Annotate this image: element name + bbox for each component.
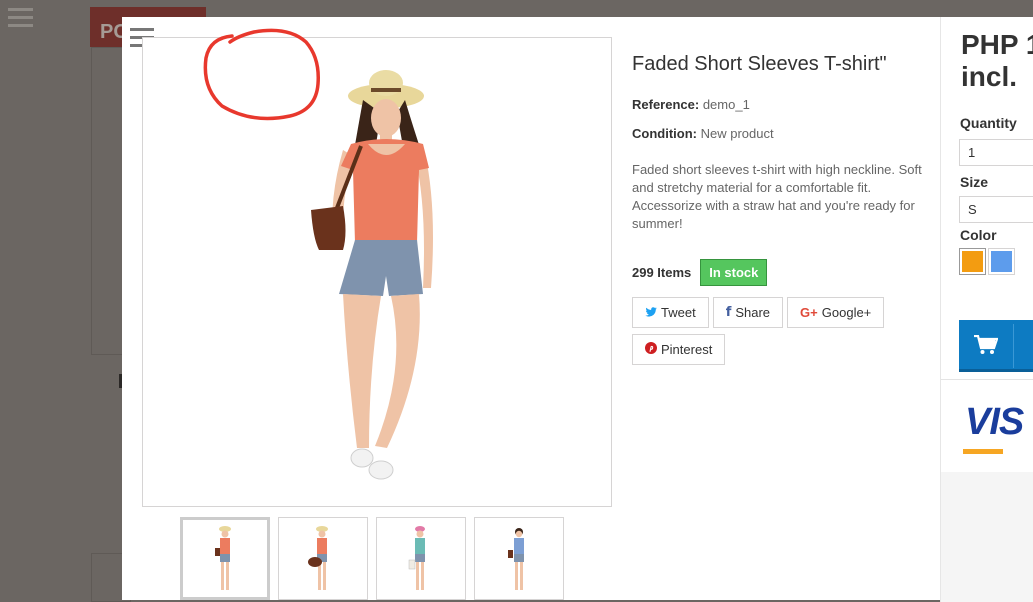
background-menu-icon: [8, 8, 33, 32]
tweet-label: Tweet: [661, 305, 696, 320]
color-swatch-orange[interactable]: [959, 248, 986, 275]
thumbnail-3[interactable]: [376, 517, 466, 600]
condition-line: Condition: New product: [632, 126, 927, 141]
reference-line: Reference: demo_1: [632, 97, 927, 112]
reference-value: demo_1: [702, 97, 750, 112]
thumbnail-2-image: [308, 526, 328, 590]
twitter-icon: [645, 305, 657, 320]
google-plus-button[interactable]: G+ Google+: [787, 297, 885, 328]
quantity-available: 299 Items: [632, 265, 692, 280]
thumbnail-1-image: [215, 526, 231, 590]
condition-value: New product: [700, 126, 774, 141]
shopping-cart-icon: [974, 335, 998, 354]
pinterest-label: Pinterest: [661, 342, 713, 357]
thumbnail-3-image: [408, 526, 425, 590]
model-photo: [311, 70, 433, 480]
footer-band: [941, 472, 1033, 602]
facebook-share-button[interactable]: f Share: [712, 297, 784, 328]
price-line-1: PHP 1: [961, 29, 1033, 60]
visa-logo: VIS: [965, 401, 1024, 443]
visa-logo-stripe: [963, 449, 1003, 454]
pinterest-icon: [645, 342, 657, 357]
color-label: Color: [960, 227, 997, 243]
cart-button-separator: [1013, 324, 1014, 368]
product-title: Faded Short Sleeves T-shirt": [632, 53, 887, 75]
product-description: Faded short sleeves t-shirt with high ne…: [632, 162, 922, 231]
product-main-image[interactable]: [142, 37, 612, 507]
color-swatch-blue[interactable]: [988, 248, 1015, 275]
thumbnail-4[interactable]: [474, 517, 564, 600]
google-plus-icon: G+: [800, 305, 818, 320]
social-share-buttons: Tweet f Share G+ Google+ Pinterest: [632, 297, 892, 365]
purchase-column: PHP 1 incl. Quantity 1 Size S Color VIS: [940, 17, 1033, 602]
condition-label: Condition:: [632, 126, 697, 141]
size-label: Size: [960, 174, 989, 190]
quantity-label: Quantity: [960, 115, 1017, 131]
reference-label: Reference:: [632, 97, 700, 112]
price-line-2: incl.: [961, 61, 1018, 92]
pinterest-button[interactable]: Pinterest: [632, 334, 726, 365]
facebook-icon: f: [725, 305, 732, 320]
stock-badge: In stock: [700, 259, 768, 286]
stock-row: 299 Items In stock: [632, 259, 927, 286]
quantity-input[interactable]: 1: [959, 139, 1033, 166]
google-plus-label: Google+: [821, 305, 872, 320]
price-display: PHP 1 incl.: [961, 29, 1033, 93]
product-info: Faded Short Sleeves T-shirt" Reference: …: [632, 53, 927, 365]
tweet-button[interactable]: Tweet: [632, 297, 709, 328]
add-to-cart-button[interactable]: [959, 320, 1033, 372]
thumbnail-4-image: [508, 528, 524, 590]
product-quickview-modal: Faded Short Sleeves T-shirt" Reference: …: [122, 17, 940, 600]
thumbnail-2[interactable]: [278, 517, 368, 600]
share-label: Share: [735, 305, 771, 320]
size-select[interactable]: S: [959, 196, 1033, 223]
thumbnail-strip: [180, 517, 564, 600]
thumbnail-1[interactable]: [180, 517, 270, 600]
